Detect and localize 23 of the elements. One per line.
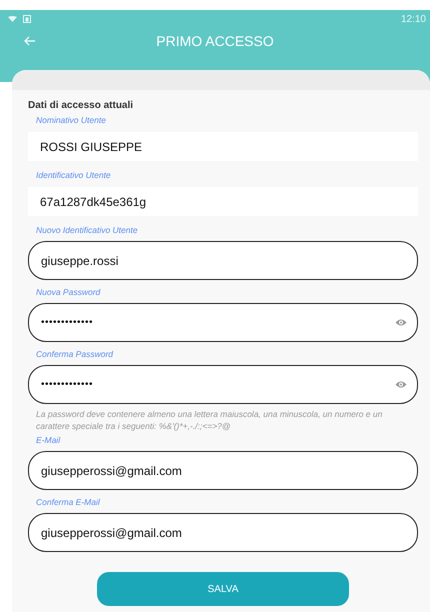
- back-arrow-icon[interactable]: [24, 36, 36, 46]
- status-time: 12:10: [400, 14, 426, 24]
- field-label: Identificativo Utente: [36, 169, 112, 181]
- field-label: Conferma Password: [36, 348, 114, 360]
- field-label: Nuovo Identificativo Utente: [36, 224, 139, 236]
- section-title: Dati di accesso attuali: [28, 100, 134, 111]
- input-field[interactable]: giuseppe.rossi: [28, 241, 418, 280]
- notification-icon: [23, 15, 31, 23]
- password-field[interactable]: •••••••••••••: [28, 365, 418, 404]
- field-label: Conferma E-Mail: [36, 496, 101, 508]
- password-field[interactable]: •••••••••••••: [28, 303, 418, 342]
- wifi-icon: [8, 16, 17, 22]
- page-title: PRIMO ACCESSO: [156, 33, 274, 49]
- field-label: E-Mail: [36, 434, 62, 446]
- input-field[interactable]: giusepperossi@gmail.com: [28, 451, 418, 490]
- eye-icon[interactable]: [395, 318, 407, 327]
- eye-icon[interactable]: [395, 380, 407, 389]
- field-label: Nuova Password: [36, 286, 102, 298]
- readonly-field: ROSSI GIUSEPPE: [28, 132, 418, 161]
- password-hint: La password deve contenere almeno una lettera maiuscola, una minuscola, un numero e un carattere speciale tra i seguenti: %&'()*+,-./:;<=>?@: [36, 408, 384, 432]
- field-label: Nominativo Utente: [36, 114, 107, 126]
- readonly-field: 67a1287dk45e361g: [28, 187, 418, 216]
- input-field[interactable]: giusepperossi@gmail.com: [28, 513, 418, 552]
